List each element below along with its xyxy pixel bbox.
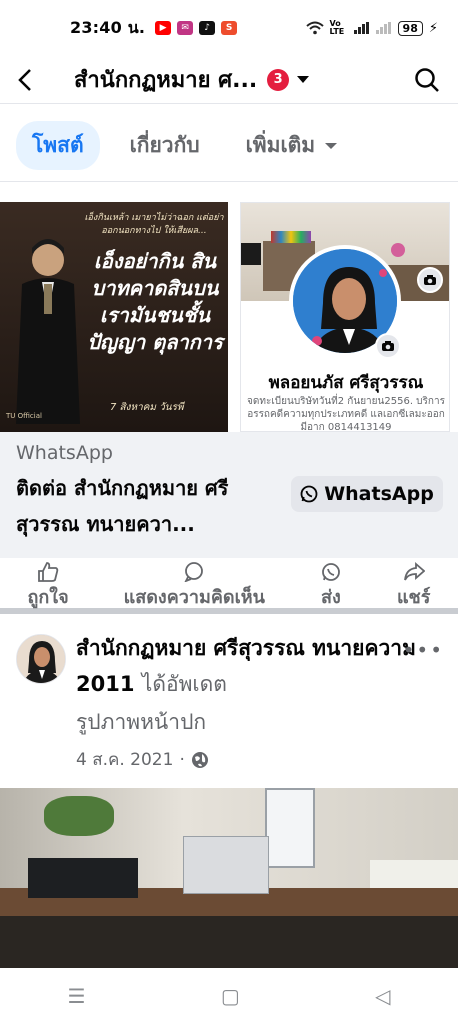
photo-printer xyxy=(28,858,138,898)
post-meta: 4 ส.ค. 2021 · xyxy=(76,746,209,773)
ad-image-quote[interactable]: เอ็งกินเหล้า เมายาไม่ว่าฉอก แต่อย่าออกนอ… xyxy=(0,202,228,432)
ad-image-profile[interactable]: พลอยนภัส ศรีสุวรรณ จดทะเบียนบริษัทวันที่… xyxy=(240,202,450,432)
send-button[interactable]: ส่ง xyxy=(320,558,342,608)
post-subline: รูปภาพหน้าปก xyxy=(76,710,207,734)
post-author-name[interactable]: สำนักกฏหมาย ศรีสุวรรณ ทนายความ 2011 xyxy=(76,636,416,696)
share-label: แชร์ xyxy=(396,587,431,608)
more-options-button[interactable]: ••• xyxy=(403,638,444,662)
ad-quote-date: 7 สิงหาคม วันรพี xyxy=(110,402,184,413)
comment-button[interactable]: แสดงความคิดเห็น xyxy=(124,558,265,608)
camera-icon[interactable] xyxy=(375,333,401,359)
search-button[interactable] xyxy=(412,65,442,95)
post-date[interactable]: 4 ส.ค. 2021 xyxy=(76,746,173,773)
photo-cabinet xyxy=(0,916,458,968)
tab-more[interactable]: เพิ่มเติม xyxy=(230,121,354,170)
profile-name: พลอยนภัส ศรีสุวรรณ xyxy=(268,373,424,393)
shopee-icon: S xyxy=(221,21,238,35)
like-icon xyxy=(38,562,59,582)
share-button[interactable]: แชร์ xyxy=(396,558,431,608)
comment-icon xyxy=(184,562,204,582)
reaction-actions-bar: ถูกใจ แสดงความคิดเห็น ส่ง แชร์ xyxy=(0,558,458,614)
ad-logo-text: TU Official xyxy=(6,412,42,420)
post-cover-photo[interactable] xyxy=(0,788,458,968)
cover-books xyxy=(271,231,311,243)
top-navigation-bar: สำนักกฏหมาย ศ... 3 xyxy=(0,56,458,104)
status-app-icons: ▶ ✉ ♪ S xyxy=(155,21,238,35)
messenger-icon: ✉ xyxy=(177,21,194,35)
battery-icon: 98 xyxy=(397,20,423,36)
cover-tv xyxy=(241,243,261,265)
page-title[interactable]: สำนักกฏหมาย ศ... xyxy=(74,62,257,97)
tab-posts-label: โพสต์ xyxy=(32,133,84,157)
send-label: ส่ง xyxy=(321,587,341,608)
like-button[interactable]: ถูกใจ xyxy=(28,558,69,608)
camera-icon[interactable] xyxy=(417,267,443,293)
meta-separator: · xyxy=(179,749,185,770)
author-avatar[interactable] xyxy=(16,634,66,684)
like-label: ถูกใจ xyxy=(27,587,69,608)
photo-window xyxy=(265,788,315,868)
tab-about-label: เกี่ยวกับ xyxy=(129,133,200,157)
volte-label: Vo LTE xyxy=(329,19,345,36)
whatsapp-icon xyxy=(300,485,318,503)
back-arrow-icon xyxy=(18,68,31,91)
tab-more-label: เพิ่มเติม xyxy=(245,133,316,157)
chevron-down-icon[interactable] xyxy=(297,76,310,83)
ad-info-panel[interactable]: WhatsApp ติดต่อ สำนักกฏหมาย ศรีสุวรรณ ทน… xyxy=(0,432,458,558)
system-navigation-bar: ☰ ▢ ◁ xyxy=(0,968,458,1024)
ad-source-label: WhatsApp xyxy=(16,442,113,464)
back-nav-button[interactable]: ◁ xyxy=(375,984,390,1008)
tiktok-icon: ♪ xyxy=(199,21,216,35)
comment-label: แสดงความคิดเห็น xyxy=(123,587,265,608)
judge-portrait-image xyxy=(16,239,80,424)
post-header: สำนักกฏหมาย ศรีสุวรรณ ทนายความ 2011 ได้อ… xyxy=(0,628,458,778)
ad-carousel[interactable]: เอ็งกินเหล้า เมายาไม่ว่าฉอก แต่อย่าออกนอ… xyxy=(0,202,458,432)
recents-button[interactable]: ☰ xyxy=(68,984,86,1008)
youtube-icon: ▶ xyxy=(155,21,172,35)
status-indicators: Vo LTE 98 ⚡ xyxy=(305,19,438,36)
home-button[interactable]: ▢ xyxy=(221,984,240,1008)
tab-posts[interactable]: โพสต์ xyxy=(16,121,100,170)
cover-flower xyxy=(391,243,405,257)
post-action-text: ได้อัพเดต xyxy=(141,672,227,696)
photo-plant xyxy=(44,796,114,836)
signal-icon xyxy=(353,22,369,34)
status-time: 23:40 น. xyxy=(70,17,146,37)
photo-laptop xyxy=(183,836,269,894)
page-tabs: โพสต์ เกี่ยวกับ เพิ่มเติม xyxy=(0,110,458,182)
whatsapp-button[interactable]: WhatsApp xyxy=(291,476,443,512)
share-icon xyxy=(403,562,425,581)
ad-headline[interactable]: ติดต่อ สำนักกฏหมาย ศรีสุวรรณ ทนายควา... xyxy=(16,470,278,542)
charging-icon: ⚡ xyxy=(428,20,438,36)
whatsapp-button-label: WhatsApp xyxy=(324,483,434,505)
profile-bio: จดทะเบียนบริษัทวันที่2 กันยายน2556. บริก… xyxy=(247,396,445,432)
ad-quote-big: เอ็งอย่ากิน สินบาทคาดสินบน เรามันชนชั้นป… xyxy=(87,249,223,354)
globe-icon xyxy=(191,751,208,768)
chevron-down-icon xyxy=(325,142,338,149)
back-button[interactable] xyxy=(16,64,44,96)
photo-papers xyxy=(370,860,458,888)
post-author-line[interactable]: สำนักกฏหมาย ศรีสุวรรณ ทนายความ 2011 ได้อ… xyxy=(76,630,416,702)
status-bar: 23:40 น. ▶ ✉ ♪ S Vo LTE 98 ⚡ xyxy=(0,0,458,56)
wifi-icon xyxy=(305,21,324,35)
tab-about[interactable]: เกี่ยวกับ xyxy=(114,121,216,170)
whatsapp-send-icon xyxy=(322,563,340,581)
ad-quote-small: เอ็งกินเหล้า เมายาไม่ว่าฉอก แต่อย่าออกนอ… xyxy=(84,213,224,236)
search-icon xyxy=(415,67,439,92)
notification-badge[interactable]: 3 xyxy=(267,68,290,91)
signal-2-icon xyxy=(375,22,391,34)
